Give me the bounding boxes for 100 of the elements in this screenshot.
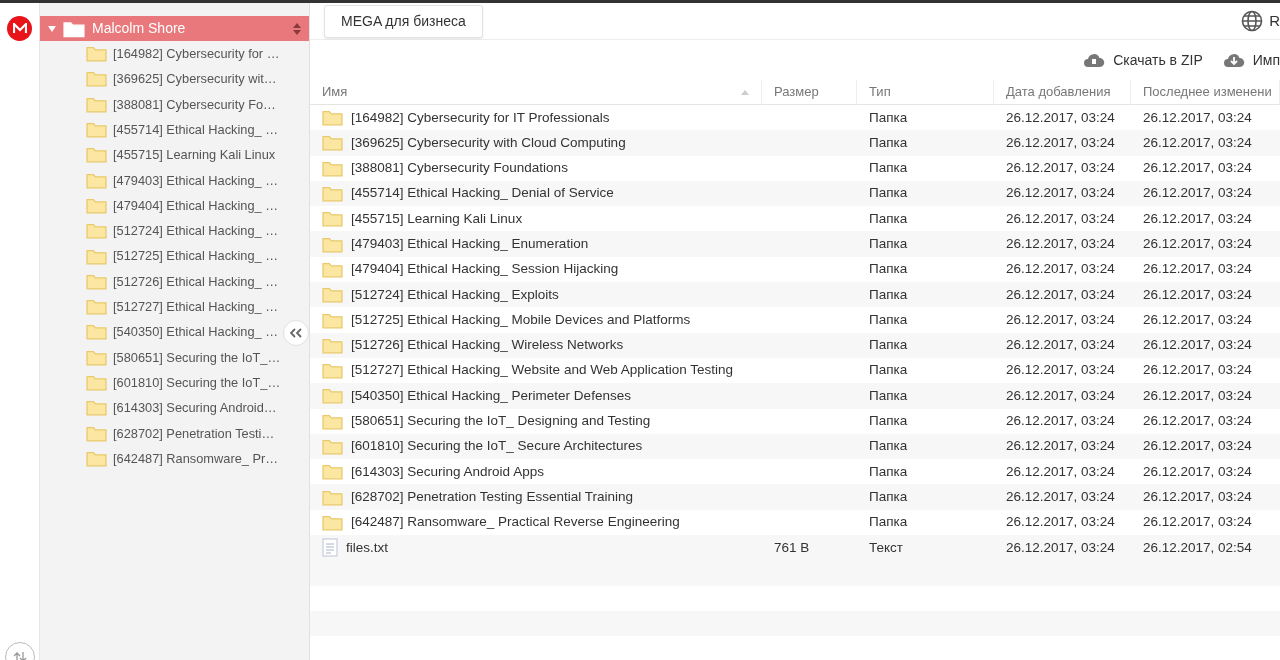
size-cell-text: 761 B xyxy=(773,538,811,557)
tree-item[interactable]: [455715] Learning Kali Linux xyxy=(40,142,284,168)
file-row[interactable]: [642487] Ransomware_ Practical Reverse Engineering Папка 26.12.2017, 03:24 26.12.2017, 03:24 xyxy=(310,509,1280,536)
tree-item[interactable]: [479403] Ethical Hacking_ … xyxy=(40,167,284,193)
file-row[interactable]: [512726] Ethical Hacking_ Wireless Networks Папка 26.12.2017, 03:24 26.12.2017, 03:24 xyxy=(310,332,1280,358)
tree-item[interactable]: [512725] Ethical Hacking_ … xyxy=(40,243,284,269)
tree-item[interactable]: [512724] Ethical Hacking_ … xyxy=(40,218,284,244)
file-row[interactable]: [540350] Ethical Hacking_ Perimeter Defenses Папка 26.12.2017, 03:24 26.12.2017, 03:24 xyxy=(310,383,1280,409)
file-row[interactable]: [369625] Cybersecurity with Cloud Computing Папка 26.12.2017, 03:24 26.12.2017, 03:24 xyxy=(310,130,1280,156)
file-name-cell: [512724] Ethical Hacking_ Exploits xyxy=(310,282,762,308)
file-row[interactable]: [388081] Cybersecurity Foundations Папка 26.12.2017, 03:24 26.12.2017, 03:24 xyxy=(310,155,1280,181)
date-cell-text: 26.12.2017, 03:24 xyxy=(1142,513,1253,532)
tree-item[interactable]: [455714] Ethical Hacking_ … xyxy=(40,116,284,143)
column-header[interactable]: Тип xyxy=(857,80,994,105)
type-cell-text: Папка xyxy=(868,209,909,228)
file-name-cell: [479403] Ethical Hacking_ Enumeration xyxy=(310,231,762,257)
file-row[interactable]: [512727] Ethical Hacking_ Website and Web Application Testing Папка 26.12.2017, 03:24 26.12.2017, 03:24 xyxy=(310,357,1280,384)
date-cell-text: 26.12.2017, 03:24 xyxy=(1142,437,1253,456)
file-name-cell: [628702] Penetration Testing Essential Training xyxy=(310,484,762,510)
type-cell-text: Папка xyxy=(868,336,909,355)
tree-item[interactable]: [164982] Cybersecurity for … xyxy=(40,41,284,67)
date-cell-text: 26.12.2017, 03:24 xyxy=(1005,487,1116,506)
type-cell-text: Папка xyxy=(868,108,909,127)
download-zip-button[interactable]: Скачать в ZIP xyxy=(1083,49,1203,71)
tree-item[interactable]: [614303] Securing Android… xyxy=(40,395,284,421)
type-cell-text: Текст xyxy=(868,538,904,557)
date-cell-text: 26.12.2017, 03:24 xyxy=(1142,209,1253,228)
date-cell-text: 26.12.2017, 03:24 xyxy=(1142,108,1253,127)
file-row[interactable]: [479404] Ethical Hacking_ Session Hijacking Папка 26.12.2017, 03:24 26.12.2017, 03:24 xyxy=(310,256,1280,283)
file-name-cell: [601810] Securing the IoT_ Secure Architectures xyxy=(310,433,762,460)
mega-logo-icon[interactable] xyxy=(7,16,32,41)
file-row[interactable]: [628702] Penetration Testing Essential Training Папка 26.12.2017, 03:24 26.12.2017, 03:24 xyxy=(310,484,1280,510)
tree-item[interactable]: [628702] Penetration Testi… xyxy=(40,420,284,446)
file-row[interactable]: files.txt 761 B Текст 26.12.2017, 03:24 26.12.2017, 02:54 xyxy=(310,535,1280,561)
folder-icon xyxy=(322,159,343,177)
date-cell-text: 26.12.2017, 03:24 xyxy=(1005,538,1116,557)
tree-item[interactable]: [479404] Ethical Hacking_ … xyxy=(40,192,284,219)
date-cell-text: 26.12.2017, 03:24 xyxy=(1142,184,1253,203)
tree-item[interactable]: [388081] Cybersecurity Fo… xyxy=(40,91,284,117)
file-row[interactable]: [512724] Ethical Hacking_ Exploits Папка 26.12.2017, 03:24 26.12.2017, 03:24 xyxy=(310,282,1280,308)
file-name-cell: [512726] Ethical Hacking_ Wireless Networks xyxy=(310,332,762,358)
file-row[interactable]: [580651] Securing the IoT_ Designing and Testing Папка 26.12.2017, 03:24 26.12.2017, 03:24 xyxy=(310,408,1280,434)
file-row[interactable]: [601810] Securing the IoT_ Secure Architectures Папка 26.12.2017, 03:24 26.12.2017, 03:24 xyxy=(310,433,1280,460)
file-name-cell: [369625] Cybersecurity with Cloud Computing xyxy=(310,130,762,156)
file-name-cell: [455715] Learning Kali Linux xyxy=(310,206,762,232)
tree-item[interactable]: [580651] Securing the IoT_… xyxy=(40,344,284,370)
business-button[interactable]: MEGA для бизнеса xyxy=(324,4,483,38)
date-cell-text: 26.12.2017, 03:24 xyxy=(1005,159,1116,178)
date-cell-text: 26.12.2017, 03:24 xyxy=(1142,336,1253,355)
date-cell-text: 26.12.2017, 03:24 xyxy=(1142,133,1253,152)
type-cell-text: Папка xyxy=(868,260,909,279)
type-cell-text: Папка xyxy=(868,285,909,304)
tree-item[interactable]: [512727] Ethical Hacking_ … xyxy=(40,293,284,320)
file-name-cell: [614303] Securing Android Apps xyxy=(310,459,762,485)
column-header[interactable]: Размер xyxy=(762,80,857,105)
type-cell-text: Папка xyxy=(868,386,909,405)
folder-icon xyxy=(86,399,107,417)
date-cell-text: 26.12.2017, 03:24 xyxy=(1142,285,1253,304)
language-label[interactable]: R xyxy=(1269,9,1280,33)
file-row[interactable]: [455714] Ethical Hacking_ Denial of Service Папка 26.12.2017, 03:24 26.12.2017, 03:24 xyxy=(310,180,1280,207)
folder-icon xyxy=(86,247,107,265)
expand-arrow-icon[interactable] xyxy=(48,25,56,32)
date-cell-text: 26.12.2017, 03:24 xyxy=(1005,437,1116,456)
folder-icon xyxy=(322,286,343,304)
file-name-cell: [512725] Ethical Hacking_ Mobile Devices and Platforms xyxy=(310,307,762,333)
tree-item[interactable]: [369625] Cybersecurity wit… xyxy=(40,66,284,92)
type-cell-text: Папка xyxy=(868,361,909,380)
date-cell-text: 26.12.2017, 03:24 xyxy=(1005,336,1116,355)
date-cell-text: 26.12.2017, 03:24 xyxy=(1142,487,1253,506)
column-header[interactable]: Последнее изменени xyxy=(1131,80,1280,105)
date-cell-text: 26.12.2017, 03:24 xyxy=(1005,209,1116,228)
file-name-cell: [540350] Ethical Hacking_ Perimeter Defenses xyxy=(310,383,762,409)
folder-icon xyxy=(322,513,343,531)
type-cell-text: Папка xyxy=(868,412,909,431)
column-header[interactable]: Дата добавления xyxy=(994,80,1131,105)
file-row[interactable]: [479403] Ethical Hacking_ Enumeration Папка 26.12.2017, 03:24 26.12.2017, 03:24 xyxy=(310,231,1280,257)
folder-icon xyxy=(322,336,343,354)
text-file-icon xyxy=(322,538,338,558)
date-cell-text: 26.12.2017, 03:24 xyxy=(1005,260,1116,279)
date-cell-text: 26.12.2017, 03:24 xyxy=(1142,310,1253,329)
collapse-panel-icon[interactable] xyxy=(283,320,309,346)
folder-icon xyxy=(322,109,343,127)
folder-icon xyxy=(86,121,107,139)
globe-icon[interactable] xyxy=(1241,10,1264,32)
import-button[interactable]: Имп xyxy=(1222,49,1280,71)
file-row[interactable]: [512725] Ethical Hacking_ Mobile Devices and Platforms Папка 26.12.2017, 03:24 26.12.2017, 03:24 xyxy=(310,307,1280,333)
file-row[interactable]: [614303] Securing Android Apps Папка 26.12.2017, 03:24 26.12.2017, 03:24 xyxy=(310,459,1280,485)
sort-toggle-icon[interactable] xyxy=(293,22,301,35)
tree-item[interactable]: [512726] Ethical Hacking_ … xyxy=(40,268,284,294)
folder-name: Malcolm Shore xyxy=(92,19,187,38)
date-cell-text: 26.12.2017, 03:24 xyxy=(1005,285,1116,304)
folder-icon xyxy=(322,311,343,329)
file-row[interactable]: [164982] Cybersecurity for IT Professionals Папка 26.12.2017, 03:24 26.12.2017, 03:24 xyxy=(310,105,1280,131)
date-cell-text: 26.12.2017, 03:24 xyxy=(1005,235,1116,253)
tree-item[interactable]: [642487] Ransomware_ Pr… xyxy=(40,445,284,472)
folder-icon xyxy=(63,19,85,38)
tree-item[interactable]: [540350] Ethical Hacking_ … xyxy=(40,319,284,345)
file-row[interactable]: [455715] Learning Kali Linux Папка 26.12.2017, 03:24 26.12.2017, 03:24 xyxy=(310,206,1280,232)
column-header[interactable]: Имя xyxy=(310,80,762,105)
tree-item[interactable]: [601810] Securing the IoT_… xyxy=(40,369,284,396)
